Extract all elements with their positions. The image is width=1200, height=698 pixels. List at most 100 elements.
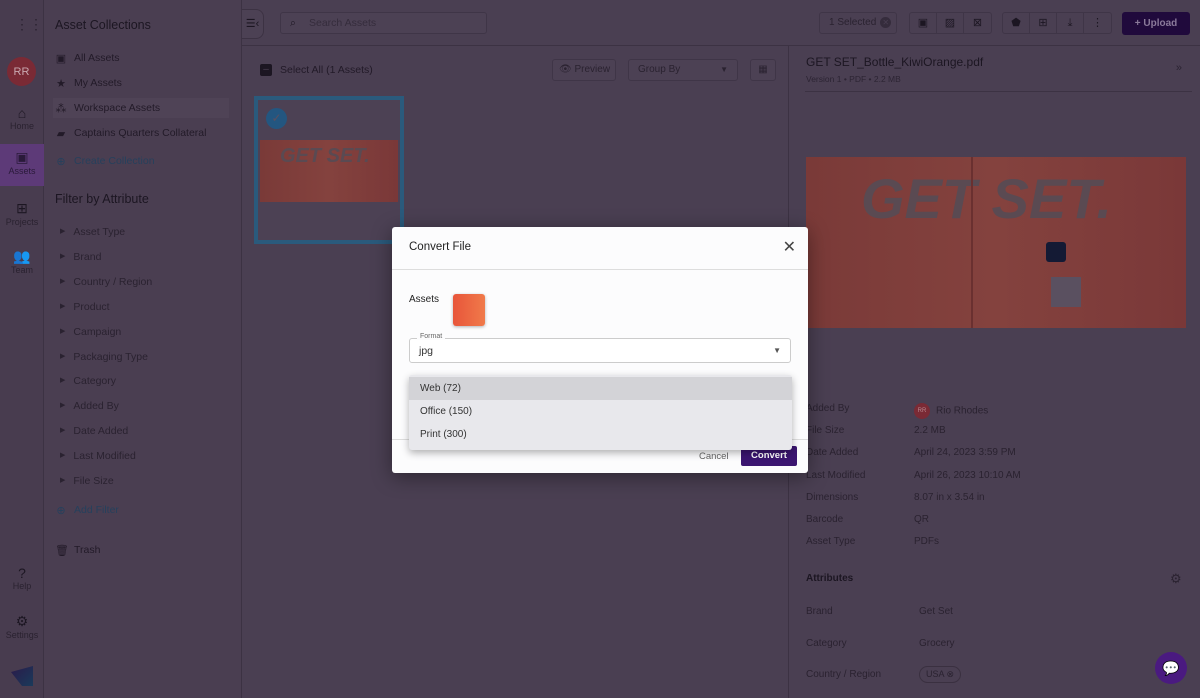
format-select[interactable]: Format jpg ▼: [409, 333, 791, 363]
collection-my-assets[interactable]: ★ My Assets: [55, 73, 122, 93]
plus-circle-icon: ⊕: [56, 504, 66, 517]
collection-captains-quarters[interactable]: ▰ Captains Quarters Collateral: [55, 123, 207, 143]
app-rail: ⋮⋮ RR ⌂ Home ▣ Assets ⊞ Projects 👥 Team ? Hel…: [0, 0, 44, 698]
attribute-value[interactable]: USA ⊗: [919, 666, 962, 683]
nav-assets[interactable]: ▣ Assets: [0, 144, 44, 186]
close-icon[interactable]: ✕: [783, 237, 796, 257]
caret-down-icon: ▼: [720, 65, 728, 74]
label-icon[interactable]: ⬟: [1003, 13, 1030, 33]
download-icon[interactable]: ⤓: [1057, 13, 1084, 33]
filter-item[interactable]: ▶ Asset Type: [60, 226, 125, 238]
collection-all-assets[interactable]: ▣ All Assets: [55, 48, 120, 68]
collection-label: Captains Quarters Collateral: [74, 127, 207, 139]
detail-label: Date Added: [806, 447, 859, 459]
detail-value: RR Rio Rhodes: [914, 403, 988, 419]
checkmark-icon[interactable]: ✓: [266, 108, 287, 129]
grid-icon: ▦: [758, 64, 768, 75]
filter-item[interactable]: ▶ Campaign: [60, 326, 121, 338]
option-print[interactable]: Print (300): [409, 423, 792, 446]
caret-right-icon: ▶: [60, 277, 66, 285]
search-input[interactable]: ⌕ Search Assets: [280, 12, 487, 34]
filter-item[interactable]: ▶ Added By: [60, 400, 119, 412]
trash-label: Trash: [74, 544, 101, 556]
nav-label: Assets: [8, 166, 36, 176]
chat-launcher-icon[interactable]: 💬: [1155, 652, 1187, 684]
clear-selection-icon[interactable]: ✕: [880, 17, 892, 28]
version: Version 1: [806, 74, 842, 84]
format-dropdown-menu: Web (72) Office (150) Print (300): [409, 375, 792, 450]
asset-card[interactable]: ✓ GET SET.: [254, 96, 404, 244]
select-all-checkbox[interactable]: – Select All (1 Assets): [260, 64, 373, 76]
option-office[interactable]: Office (150): [409, 400, 792, 423]
collection-icon[interactable]: ▣: [910, 13, 937, 33]
nav-label: Projects: [5, 217, 39, 227]
grid-view-button[interactable]: ▦: [750, 59, 776, 81]
detail-row: Added By RR Rio Rhodes: [806, 403, 988, 419]
filter-label: Added By: [73, 400, 119, 413]
team-icon: 👥: [13, 248, 31, 264]
user-avatar: RR: [914, 403, 930, 419]
attribute-value: Get Set: [919, 606, 953, 617]
filter-label: Campaign: [73, 325, 122, 338]
add-filter-button[interactable]: ⊕ Add Filter: [55, 500, 119, 520]
expand-panel-icon[interactable]: »: [1176, 62, 1182, 74]
option-web[interactable]: Web (72): [409, 377, 792, 400]
selected-count-chip[interactable]: 1 Selected ✕: [819, 12, 897, 34]
filter-item[interactable]: ▶ Product: [60, 301, 110, 313]
filter-item[interactable]: ▶ Country / Region: [60, 276, 152, 288]
filter-item[interactable]: ▶ Brand: [60, 251, 101, 263]
caret-right-icon: ▶: [60, 302, 66, 310]
attribute-row: Category Grocery: [806, 637, 955, 649]
asset-thumbnail: [453, 294, 485, 326]
selected-count: 1 Selected: [829, 17, 877, 28]
nav-settings[interactable]: ⚙ Settings: [0, 608, 44, 650]
user-avatar[interactable]: RR: [7, 57, 36, 86]
divider: [392, 269, 808, 270]
detail-value: 8.07 in x 3.54 in: [914, 492, 985, 503]
add-image-icon[interactable]: ▨: [937, 13, 964, 33]
detail-row: Barcode QR: [806, 514, 929, 525]
upload-label: Upload: [1143, 18, 1178, 29]
caret-right-icon: ▶: [60, 228, 66, 235]
filter-item[interactable]: ▶ Category: [60, 375, 116, 387]
attribute-label: Category: [806, 637, 847, 649]
group-by-select[interactable]: Group By ▼: [628, 59, 738, 81]
trash-icon: 🗑: [55, 544, 69, 557]
filter-title: Filter by Attribute: [55, 192, 149, 206]
remove-chip-icon[interactable]: ⊗: [947, 669, 955, 679]
filter-item[interactable]: ▶ File Size: [60, 475, 114, 487]
nav-projects[interactable]: ⊞ Projects: [0, 195, 44, 237]
attributes-settings-gear-icon[interactable]: ⚙: [1170, 571, 1182, 587]
brand-logo: [11, 666, 33, 686]
nav-home[interactable]: ⌂ Home: [0, 100, 44, 142]
filter-label: Country / Region: [73, 275, 153, 288]
qr-code-graphic: [1051, 277, 1081, 307]
attribute-value: Grocery: [919, 638, 955, 649]
caret-right-icon: ▶: [60, 377, 66, 385]
trash-link[interactable]: 🗑 Trash: [55, 540, 100, 560]
attribute-value-text: Grocery: [919, 637, 955, 649]
more-icon[interactable]: ⋮: [1084, 13, 1111, 33]
create-collection-button[interactable]: ⊕ Create Collection: [55, 151, 154, 171]
assets-icon: ▣: [15, 149, 29, 165]
upload-button[interactable]: + Upload: [1122, 12, 1190, 35]
preview-button[interactable]: 👁 Preview: [552, 59, 616, 81]
projects-icon[interactable]: ⊞: [1030, 13, 1057, 33]
filter-label: Product: [73, 300, 110, 313]
images-icon: ▣: [55, 52, 67, 65]
collapse-sidebar-icon[interactable]: ☰‹: [242, 9, 264, 39]
apps-grid-icon[interactable]: ⋮⋮: [15, 16, 43, 33]
hide-image-icon[interactable]: ⊠: [964, 13, 991, 33]
filter-item[interactable]: ▶ Last Modified: [60, 450, 136, 462]
detail-value-text: April 26, 2023 10:10 AM: [914, 469, 1021, 481]
help-icon: ?: [18, 565, 26, 581]
collection-workspace-assets[interactable]: ⁂ Workspace Assets: [53, 98, 229, 118]
filter-item[interactable]: ▶ Date Added: [60, 425, 128, 437]
detail-row: Last Modified April 26, 2023 10:10 AM: [806, 470, 1021, 481]
nav-help[interactable]: ? Help: [0, 560, 44, 602]
cancel-button[interactable]: Cancel: [699, 451, 729, 462]
projects-icon: ⊞: [16, 200, 28, 216]
filter-item[interactable]: ▶ Packaging Type: [60, 351, 148, 363]
nav-team[interactable]: 👥 Team: [0, 243, 44, 285]
collections-sidebar: Asset Collections ▣ All Assets ★ My Assets…: [44, 0, 242, 698]
